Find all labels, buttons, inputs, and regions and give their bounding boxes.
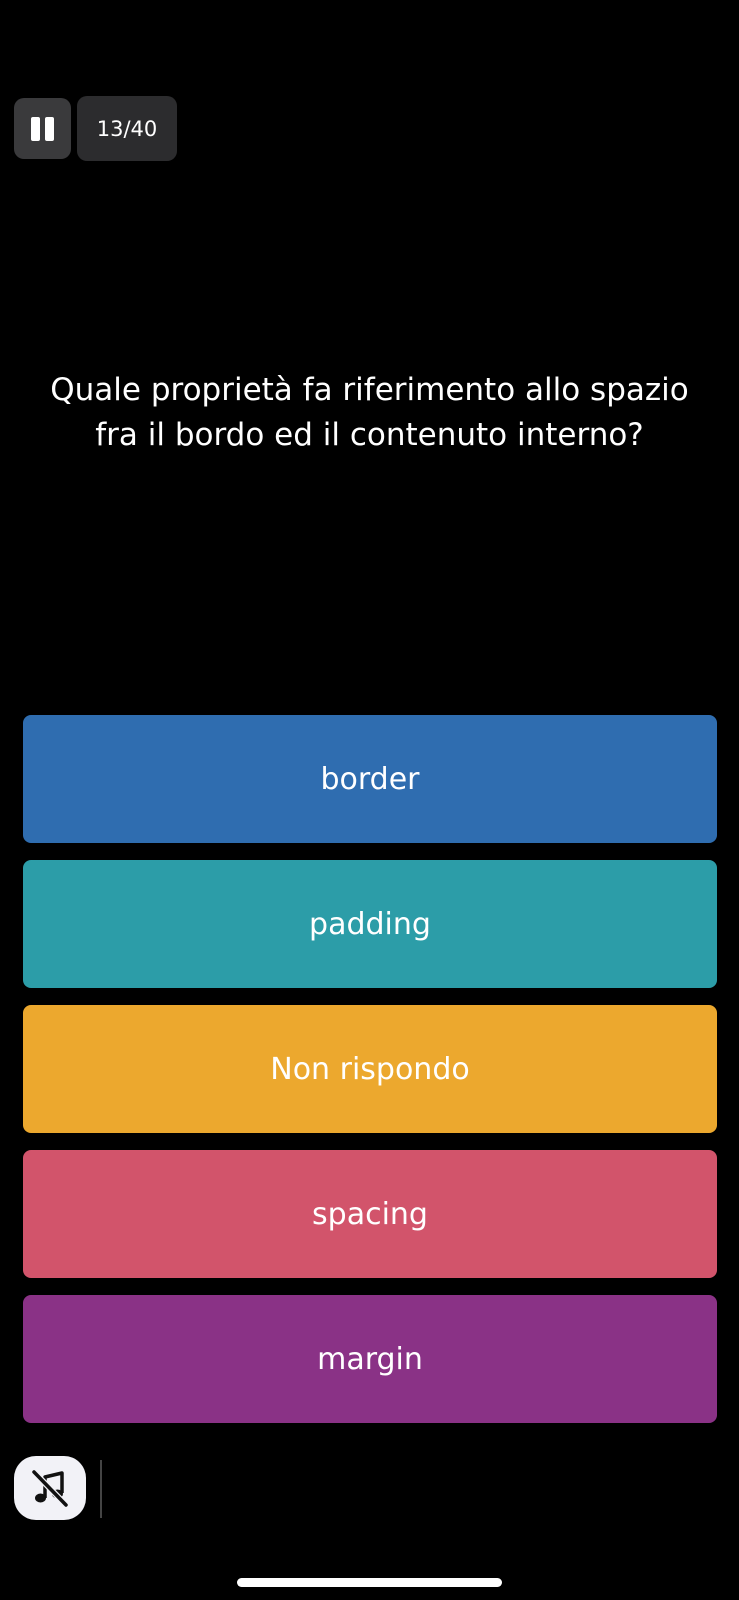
answer-option-non-rispondo[interactable]: Non rispondo bbox=[23, 1005, 717, 1133]
question-text: Quale proprietà fa riferimento allo spaz… bbox=[50, 372, 689, 453]
pause-button[interactable] bbox=[14, 98, 71, 159]
pause-icon bbox=[31, 116, 54, 141]
answer-option-border[interactable]: border bbox=[23, 715, 717, 843]
answer-option-margin[interactable]: margin bbox=[23, 1295, 717, 1423]
sound-toggle-button[interactable] bbox=[14, 1456, 86, 1520]
home-indicator[interactable] bbox=[237, 1578, 502, 1587]
divider bbox=[100, 1460, 102, 1518]
answer-list: border padding Non rispondo spacing marg… bbox=[23, 715, 717, 1440]
music-muted-icon bbox=[31, 1469, 69, 1508]
answer-option-padding[interactable]: padding bbox=[23, 860, 717, 988]
question-counter: 13/40 bbox=[77, 96, 177, 161]
answer-option-spacing[interactable]: spacing bbox=[23, 1150, 717, 1278]
